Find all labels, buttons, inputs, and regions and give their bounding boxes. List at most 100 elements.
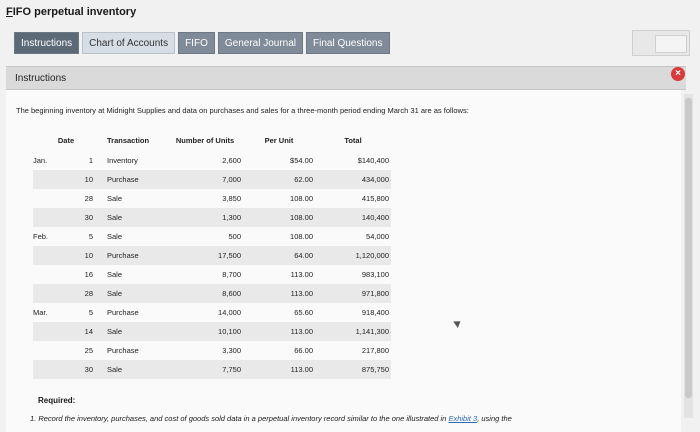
instructions-panel-header: Instructions [6, 66, 686, 90]
table-row: 10 Purchase 7,000 62.00 434,000 [33, 170, 391, 189]
table-row: 14 Sale 10,100 113.00 1,141,300 [33, 322, 391, 341]
table-row: 28 Sale 8,600 113.00 971,800 [33, 284, 391, 303]
tab-fifo[interactable]: FIFO [178, 32, 215, 54]
header-units: Number of Units [175, 135, 235, 145]
app-title-first-letter: F [6, 6, 13, 18]
exhibit-3-link[interactable]: Exhibit 3 [448, 414, 477, 423]
cell-day: 10 [63, 170, 99, 189]
cell-units: 7,000 [169, 170, 245, 189]
cell-month [33, 360, 63, 379]
cell-units: 8,600 [169, 284, 245, 303]
cell-total: 918,400 [361, 308, 389, 317]
cell-day: 30 [63, 208, 99, 227]
cell-transaction: Sale [99, 360, 169, 379]
cell-units: 3,850 [222, 194, 241, 203]
cell-units: 3,300 [222, 346, 241, 355]
header-date: Date [57, 135, 75, 145]
cell-month: Mar. [33, 308, 48, 317]
cell-month: Feb. [33, 232, 49, 241]
cell-total: 1,120,000 [317, 246, 391, 265]
cell-day: 16 [84, 270, 93, 279]
cell-day: 5 [88, 308, 93, 317]
requirement-1: 1. Record the inventory, purchases, and … [30, 414, 512, 423]
cell-transaction: Purchase [99, 170, 169, 189]
inventory-table: Date Transaction Number of Units Per Uni… [33, 133, 391, 379]
cell-month [33, 284, 63, 303]
cell-units: 10,100 [169, 322, 245, 341]
cell-day: 28 [63, 284, 99, 303]
cell-per-unit: 108.00 [290, 194, 313, 203]
cell-total: 983,100 [361, 270, 389, 279]
cell-total: 217,800 [361, 346, 389, 355]
requirement-1-text: 1. Record the inventory, purchases, and … [30, 414, 449, 423]
cell-transaction: Purchase [107, 346, 139, 355]
table-row: Jan. 1 Inventory 2,600 $54.00 $140,400 [33, 151, 391, 170]
tab-chart-of-accounts[interactable]: Chart of Accounts [82, 32, 176, 54]
cell-per-unit: 65.60 [294, 308, 313, 317]
cell-per-unit: 113.00 [290, 270, 313, 279]
top-right-control-inner [655, 35, 687, 53]
required-heading: Required: [38, 396, 76, 405]
header-transaction: Transaction [107, 135, 150, 145]
cell-per-unit: 62.00 [245, 170, 317, 189]
cell-total: 54,000 [366, 232, 389, 241]
intro-text: The beginning inventory at Midnight Supp… [16, 106, 469, 115]
cell-day: 14 [63, 322, 99, 341]
cell-per-unit: $54.00 [290, 156, 313, 165]
cell-total: 434,000 [317, 170, 391, 189]
cell-transaction: Sale [99, 284, 169, 303]
cell-day: 25 [84, 346, 93, 355]
top-right-control[interactable] [632, 30, 690, 56]
header-total: Total [344, 135, 362, 145]
cell-month [33, 208, 63, 227]
inventory-table-body: Jan. 1 Inventory 2,600 $54.00 $140,400 10 Purch… [33, 151, 391, 379]
cell-per-unit: 113.00 [245, 360, 317, 379]
scrollbar-thumb[interactable] [685, 98, 692, 398]
cell-transaction: Sale [99, 322, 169, 341]
cell-per-unit: 64.00 [245, 246, 317, 265]
cell-day: 30 [63, 360, 99, 379]
app-title: FIFO perpetual inventory [6, 6, 136, 18]
cell-per-unit: 113.00 [245, 322, 317, 341]
close-icon[interactable]: × [671, 67, 685, 81]
cell-month [33, 189, 63, 208]
cell-units: 14,000 [218, 308, 241, 317]
cell-month [33, 170, 63, 189]
cell-per-unit: 108.00 [245, 208, 317, 227]
cell-units: 1,300 [169, 208, 245, 227]
table-row: 30 Sale 1,300 108.00 140,400 [33, 208, 391, 227]
table-row: 30 Sale 7,750 113.00 875,750 [33, 360, 391, 379]
tab-final-questions[interactable]: Final Questions [306, 32, 390, 54]
table-header-row: Date Transaction Number of Units Per Uni… [33, 133, 391, 151]
tab-bar: Instructions Chart of Accounts FIFO Gene… [14, 32, 390, 54]
table-row: 28 Sale 3,850 108.00 415,800 [33, 189, 391, 208]
panel-title: Instructions [15, 73, 67, 84]
cell-transaction: Sale [107, 270, 123, 279]
cell-day: 5 [88, 232, 93, 241]
requirement-1-suffix: , using the [477, 414, 512, 423]
cell-per-unit: 108.00 [290, 232, 313, 241]
tab-general-journal[interactable]: General Journal [217, 32, 304, 54]
cell-per-unit: 113.00 [245, 284, 317, 303]
cell-total: 1,141,300 [317, 322, 391, 341]
cell-total: 875,750 [317, 360, 391, 379]
cell-per-unit: 66.00 [294, 346, 313, 355]
cell-total: 971,800 [317, 284, 391, 303]
tab-instructions[interactable]: Instructions [14, 32, 80, 54]
cell-month [33, 341, 63, 360]
table-row: 10 Purchase 17,500 64.00 1,120,000 [33, 246, 391, 265]
scrollbar[interactable] [684, 94, 693, 418]
cell-total: $140,400 [357, 156, 389, 165]
table-row: Mar. 5 Purchase 14,000 65.60 918,400 [33, 303, 391, 322]
cell-transaction: Sale [99, 208, 169, 227]
cell-transaction: Purchase [107, 308, 139, 317]
cell-transaction: Inventory [107, 156, 138, 165]
cell-total: 415,800 [361, 194, 389, 203]
cell-month [33, 265, 63, 284]
cell-transaction: Sale [107, 232, 123, 241]
table-row: 25 Purchase 3,300 66.00 217,800 [33, 341, 391, 360]
cell-month [33, 322, 63, 341]
cell-transaction: Purchase [99, 246, 169, 265]
table-row: Feb. 5 Sale 500 108.00 54,000 [33, 227, 391, 246]
cell-transaction: Sale [107, 194, 123, 203]
